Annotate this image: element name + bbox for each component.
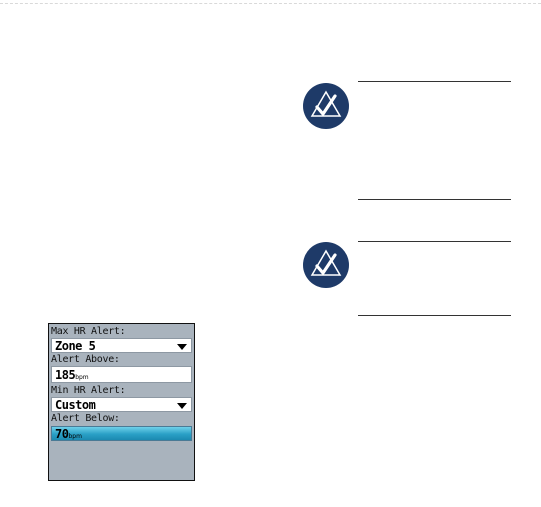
max-hr-alert-select[interactable]: Zone 5 [51,338,192,353]
header-rule [0,3,541,4]
alert-below-unit: bpm [68,433,82,440]
max-hr-alert-label: Max HR Alert: [51,326,126,337]
note-2-bottom-rule [358,315,511,316]
note-check-icon [302,241,350,289]
alert-above-unit: bpm [75,374,89,381]
note-check-icon [302,82,350,130]
alert-above-field[interactable]: 185bpm [51,366,192,383]
alert-above-value: 185 [55,368,76,382]
alert-below-label: Alert Below: [51,413,120,424]
max-hr-alert-value: Zone 5 [55,339,96,353]
alert-below-field[interactable]: 70bpm [51,426,192,441]
chevron-down-icon[interactable] [177,344,187,350]
device-screen: Max HR Alert: Zone 5 Alert Above: 185bpm… [48,323,195,481]
min-hr-alert-select[interactable]: Custom [51,397,192,412]
note-1-top-rule [358,81,511,82]
min-hr-alert-label: Min HR Alert: [51,385,126,396]
alert-below-value: 70 [55,427,69,441]
min-hr-alert-value: Custom [55,398,96,412]
chevron-down-icon[interactable] [177,403,187,409]
note-1-bottom-rule [358,199,511,200]
alert-above-label: Alert Above: [51,354,120,365]
note-2-top-rule [358,241,511,242]
manual-page: Max HR Alert: Zone 5 Alert Above: 185bpm… [0,0,541,507]
